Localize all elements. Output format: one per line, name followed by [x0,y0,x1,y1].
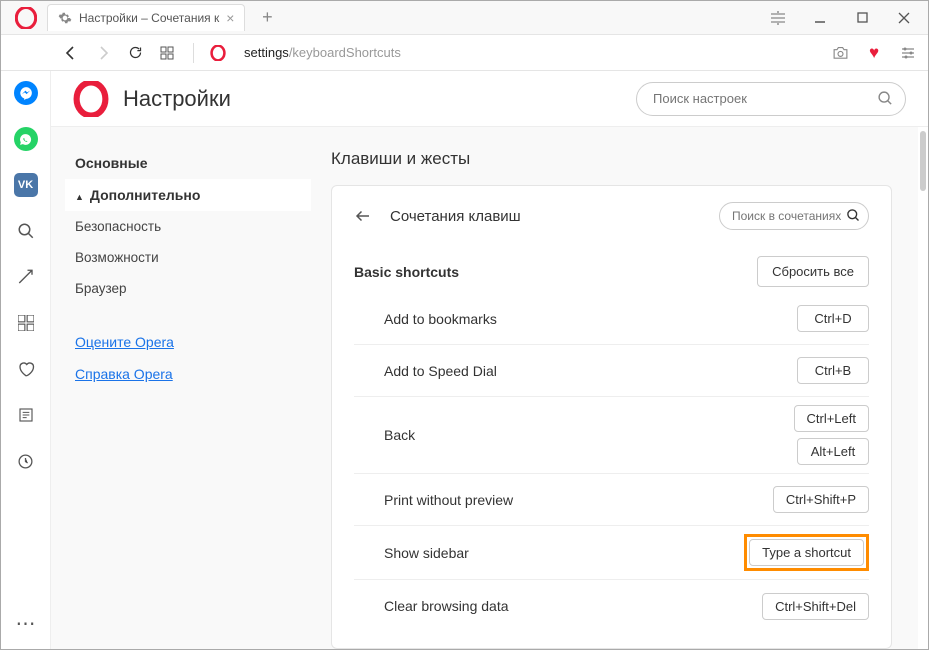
settings-header: Настройки [51,71,928,127]
nav-browser[interactable]: Браузер [65,273,311,304]
shortcut-row: Back Ctrl+Left Alt+Left [354,397,869,474]
browser-tab[interactable]: Настройки – Сочетания к × [47,4,245,31]
close-window-button[interactable] [892,6,916,30]
forward-button[interactable] [93,43,113,63]
address-bar: settings/keyboardShortcuts ♥ [1,35,928,71]
menu-lines-icon[interactable] [766,6,790,30]
nav-rate-opera[interactable]: Оцените Opera [65,326,311,358]
flow-icon[interactable] [14,265,38,289]
subhead-title: Basic shortcuts [354,264,459,280]
opera-url-icon [210,45,226,61]
reset-all-button[interactable]: Сбросить все [757,256,869,287]
sidebar-rail: VK ⋯ [1,71,51,649]
scrollbar[interactable] [920,131,926,191]
opera-logo-large-icon [73,81,109,117]
easy-setup-icon[interactable] [898,43,918,63]
speed-dial-rail-icon[interactable] [14,311,38,335]
card-title: Сочетания клавиш [390,208,521,225]
gear-icon [58,11,72,25]
row-label: Add to Speed Dial [384,363,497,379]
shortcut-key-button[interactable]: Ctrl+B [797,357,869,384]
back-button[interactable] [61,43,81,63]
shortcut-row: Print without preview Ctrl+Shift+P [354,474,869,526]
row-label: Print without preview [384,492,513,508]
nav-advanced[interactable]: Дополнительно [65,179,311,211]
row-label: Back [384,427,415,443]
nav-basics[interactable]: Основные [65,147,311,179]
row-label: Show sidebar [384,545,469,561]
vk-icon[interactable]: VK [14,173,38,197]
shortcut-row: Show sidebar Type a shortcut [354,526,869,580]
opera-logo-icon[interactable] [15,7,37,29]
highlight-box: Type a shortcut [744,534,869,571]
settings-nav: Основные Дополнительно Безопасность Возм… [51,127,311,649]
bookmarks-rail-icon[interactable] [14,357,38,381]
shortcut-row: Add to Speed Dial Ctrl+B [354,345,869,397]
tab-close-button[interactable]: × [226,10,234,26]
row-label: Clear browsing data [384,598,509,614]
shortcut-key-button[interactable]: Ctrl+Left [794,405,870,432]
row-label: Add to bookmarks [384,311,497,327]
search-settings[interactable] [636,82,906,116]
news-rail-icon[interactable] [14,403,38,427]
shortcut-row: Add to bookmarks Ctrl+D [354,293,869,345]
nav-help-opera[interactable]: Справка Opera [65,358,311,390]
snapshot-icon[interactable] [830,43,850,63]
shortcut-row: Clear browsing data Ctrl+Shift+Del [354,580,869,632]
shortcut-key-button[interactable]: Ctrl+Shift+P [773,486,869,513]
bookmark-heart-icon[interactable]: ♥ [864,43,884,63]
search-shortcuts[interactable] [719,202,869,230]
page-title: Настройки [123,86,231,112]
titlebar: Настройки – Сочетания к × + [1,1,928,35]
minimize-button[interactable] [808,6,832,30]
maximize-button[interactable] [850,6,874,30]
whatsapp-icon[interactable] [14,127,38,151]
shortcut-key-button[interactable]: Alt+Left [797,438,869,465]
shortcut-key-button[interactable]: Ctrl+D [797,305,869,332]
shortcut-key-button[interactable]: Ctrl+Shift+Del [762,593,869,620]
search-rail-icon[interactable] [14,219,38,243]
url-field[interactable]: settings/keyboardShortcuts [238,45,401,60]
shortcuts-card: Сочетания клавиш Basic shortcuts Сбросит… [331,185,892,649]
new-tab-button[interactable]: + [253,7,281,28]
settings-panel: Клавиши и жесты Сочетания клавиш Basic s… [311,127,918,649]
history-rail-icon[interactable] [14,449,38,473]
more-rail-icon[interactable]: ⋯ [14,611,38,635]
messenger-icon[interactable] [14,81,38,105]
search-icon [877,90,894,107]
back-arrow-icon[interactable] [354,207,372,225]
nav-security[interactable]: Безопасность [65,211,311,242]
nav-features[interactable]: Возможности [65,242,311,273]
speed-dial-button[interactable] [157,43,177,63]
search-settings-input[interactable] [636,82,906,116]
section-title: Клавиши и жесты [331,149,892,169]
tab-title: Настройки – Сочетания к [79,11,219,25]
type-shortcut-button[interactable]: Type a shortcut [749,539,864,566]
reload-button[interactable] [125,43,145,63]
search-icon [846,208,861,223]
